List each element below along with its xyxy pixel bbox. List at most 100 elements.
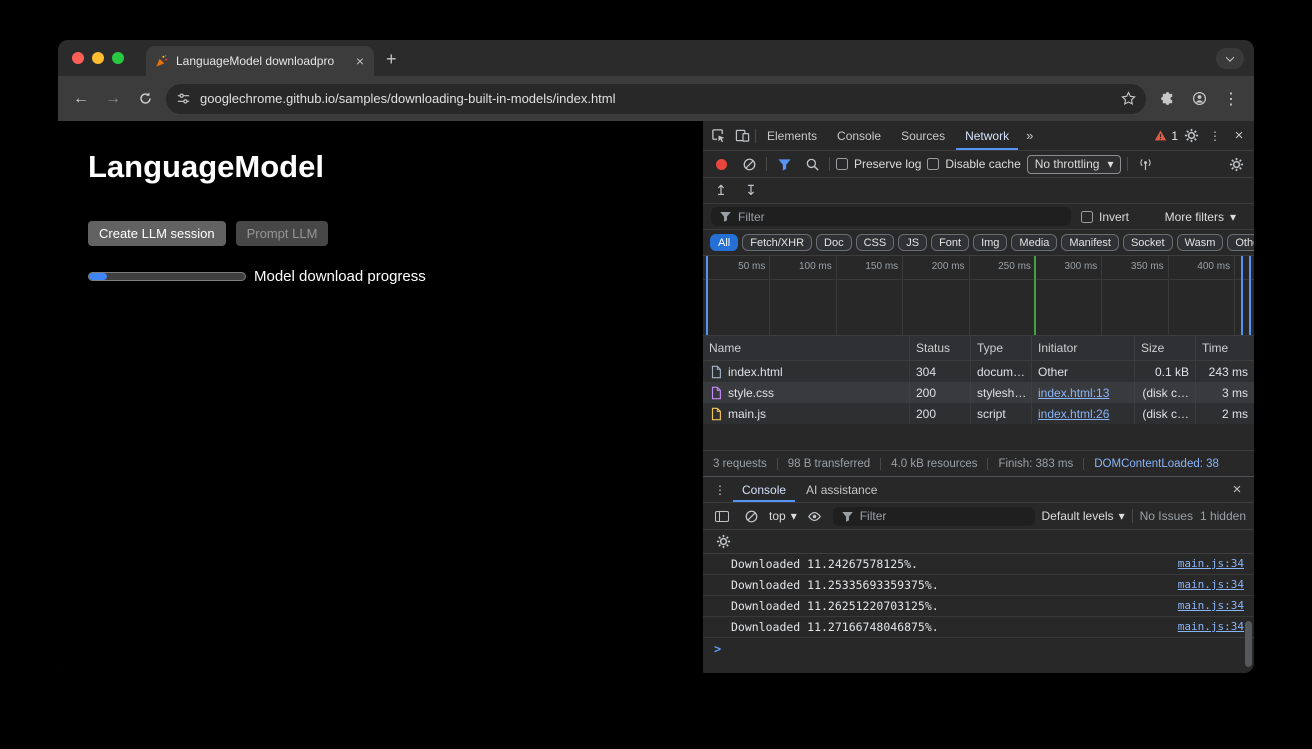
filter-chip-fetch-xhr[interactable]: Fetch/XHR xyxy=(742,234,812,251)
network-settings-gear-icon[interactable] xyxy=(1225,154,1247,174)
record-icon xyxy=(716,159,727,170)
page-title: LanguageModel xyxy=(88,149,702,185)
clear-console-icon[interactable] xyxy=(740,506,762,526)
console-prompt[interactable]: > xyxy=(703,638,1254,660)
divider xyxy=(1127,157,1128,171)
devtools-tab-sources[interactable]: Sources xyxy=(892,121,954,150)
devtools-close-icon[interactable]: × xyxy=(1228,126,1250,146)
minimize-window-button[interactable] xyxy=(92,52,104,64)
console-settings-gear-icon[interactable] xyxy=(712,532,734,552)
document-file-icon xyxy=(709,365,723,379)
column-header-initiator[interactable]: Initiator xyxy=(1032,336,1135,360)
preserve-log-checkbox[interactable]: Preserve log xyxy=(836,157,921,171)
table-empty-area xyxy=(703,424,1254,450)
disable-cache-checkbox[interactable]: Disable cache xyxy=(927,157,1020,171)
fullscreen-window-button[interactable] xyxy=(112,52,124,64)
devtools-tab-network[interactable]: Network xyxy=(956,121,1018,150)
log-levels-select[interactable]: Default levels ▾ xyxy=(1042,509,1125,523)
record-network-log-button[interactable] xyxy=(710,154,732,174)
console-message[interactable]: Downloaded 11.27166748046875%. main.js:3… xyxy=(703,617,1254,638)
initiator-link[interactable]: index.html:13 xyxy=(1038,386,1109,400)
no-issues-label[interactable]: No Issues xyxy=(1140,509,1193,523)
filter-chip-css[interactable]: CSS xyxy=(856,234,895,251)
filter-chip-img[interactable]: Img xyxy=(973,234,1007,251)
throttling-select[interactable]: No throttling ▾ xyxy=(1027,155,1122,174)
column-header-type[interactable]: Type xyxy=(971,336,1032,360)
filter-chip-other[interactable]: Other xyxy=(1227,234,1254,251)
message-source-link[interactable]: main.js:34 xyxy=(1168,575,1244,595)
import-har-icon[interactable]: ↥ xyxy=(710,181,732,201)
extensions-icon[interactable] xyxy=(1152,84,1182,114)
console-sidebar-icon[interactable] xyxy=(711,506,733,526)
network-filter-input[interactable]: Filter xyxy=(711,207,1071,226)
table-row[interactable]: main.js 200 script index.html:26 (disk c… xyxy=(703,403,1254,424)
export-har-icon[interactable]: ↧ xyxy=(740,181,762,201)
message-source-link[interactable]: main.js:34 xyxy=(1168,596,1244,616)
filter-chip-js[interactable]: JS xyxy=(898,234,927,251)
more-filters-dropdown[interactable]: More filters ▾ xyxy=(1165,210,1236,224)
column-header-name[interactable]: Name xyxy=(703,336,910,360)
close-window-button[interactable] xyxy=(72,52,84,64)
table-row[interactable]: index.html 304 docum… Other 0.1 kB 243 m… xyxy=(703,361,1254,382)
console-message[interactable]: Downloaded 11.26251220703125%. main.js:3… xyxy=(703,596,1254,617)
drawer-tab-ai-assistance[interactable]: AI assistance xyxy=(797,477,886,502)
filter-chip-font[interactable]: Font xyxy=(931,234,969,251)
context-value: top xyxy=(769,509,786,523)
site-settings-icon[interactable] xyxy=(176,91,191,106)
forward-button[interactable]: → xyxy=(98,84,128,114)
drawer-menu-kebab-icon[interactable]: ⋮ xyxy=(709,480,731,500)
address-bar[interactable]: googlechrome.github.io/samples/downloadi… xyxy=(166,84,1146,114)
console-filter-input[interactable]: Filter xyxy=(833,507,1035,526)
prompt-llm-button[interactable]: Prompt LLM xyxy=(236,221,329,246)
devtools-tab-elements[interactable]: Elements xyxy=(758,121,826,150)
message-source-link[interactable]: main.js:34 xyxy=(1168,617,1244,637)
chevron-down-icon xyxy=(1226,53,1234,61)
devtools-menu-kebab-icon[interactable]: ⋮ xyxy=(1204,126,1226,146)
issues-warning-indicator[interactable]: 1 xyxy=(1154,129,1178,143)
column-header-time[interactable]: Time xyxy=(1196,336,1254,360)
console-message[interactable]: Downloaded 11.24267578125%. main.js:34 xyxy=(703,554,1254,575)
hidden-messages-label[interactable]: 1 hidden xyxy=(1200,509,1246,523)
filter-toggle-icon[interactable] xyxy=(773,154,795,174)
clear-network-log-icon[interactable] xyxy=(738,154,760,174)
network-timeline[interactable]: 50 ms100 ms150 ms200 ms250 ms300 ms350 m… xyxy=(703,256,1254,336)
devtools-settings-gear-icon[interactable] xyxy=(1180,126,1202,146)
console-message[interactable]: Downloaded 11.25335693359375%. main.js:3… xyxy=(703,575,1254,596)
table-row[interactable]: style.css 200 stylesh… index.html:13 (di… xyxy=(703,382,1254,403)
scrollbar-thumb[interactable] xyxy=(1245,621,1252,667)
column-header-status[interactable]: Status xyxy=(910,336,971,360)
initiator-link[interactable]: index.html:26 xyxy=(1038,407,1109,421)
javascript-context-select[interactable]: top ▾ xyxy=(769,509,797,523)
reload-button[interactable] xyxy=(130,84,160,114)
more-tabs-icon[interactable]: » xyxy=(1020,128,1039,143)
back-button[interactable]: ← xyxy=(66,84,96,114)
filter-chip-socket[interactable]: Socket xyxy=(1123,234,1173,251)
column-header-size[interactable]: Size xyxy=(1135,336,1196,360)
filter-chip-doc[interactable]: Doc xyxy=(816,234,852,251)
browser-tab[interactable]: LanguageModel downloadpro × xyxy=(146,46,374,76)
network-conditions-icon[interactable] xyxy=(1134,154,1156,174)
filter-chip-manifest[interactable]: Manifest xyxy=(1061,234,1119,251)
tab-search-chevron-button[interactable] xyxy=(1216,48,1244,69)
inspect-element-icon[interactable] xyxy=(707,126,729,146)
profile-avatar-icon[interactable] xyxy=(1184,84,1214,114)
device-toolbar-icon[interactable] xyxy=(731,126,753,146)
filter-chip-media[interactable]: Media xyxy=(1011,234,1057,251)
drawer-close-icon[interactable]: × xyxy=(1226,480,1248,500)
network-search-icon[interactable] xyxy=(801,154,823,174)
filter-chip-all[interactable]: All xyxy=(710,234,738,251)
filter-chip-wasm[interactable]: Wasm xyxy=(1177,234,1224,251)
timeline-ruler-line xyxy=(703,279,1254,280)
bookmark-star-icon[interactable] xyxy=(1121,91,1136,106)
live-expression-eye-icon[interactable] xyxy=(804,506,826,526)
tab-close-icon[interactable]: × xyxy=(354,54,366,68)
browser-menu-kebab-icon[interactable]: ⋮ xyxy=(1216,84,1246,114)
devtools-tab-console[interactable]: Console xyxy=(828,121,890,150)
new-tab-button[interactable]: + xyxy=(374,49,397,76)
create-llm-session-button[interactable]: Create LLM session xyxy=(88,221,226,246)
request-type: stylesh… xyxy=(971,382,1032,403)
drawer-tab-console[interactable]: Console xyxy=(733,477,795,502)
invert-checkbox[interactable]: Invert xyxy=(1081,210,1129,224)
more-filters-label: More filters xyxy=(1165,210,1224,224)
message-source-link[interactable]: main.js:34 xyxy=(1168,554,1244,574)
